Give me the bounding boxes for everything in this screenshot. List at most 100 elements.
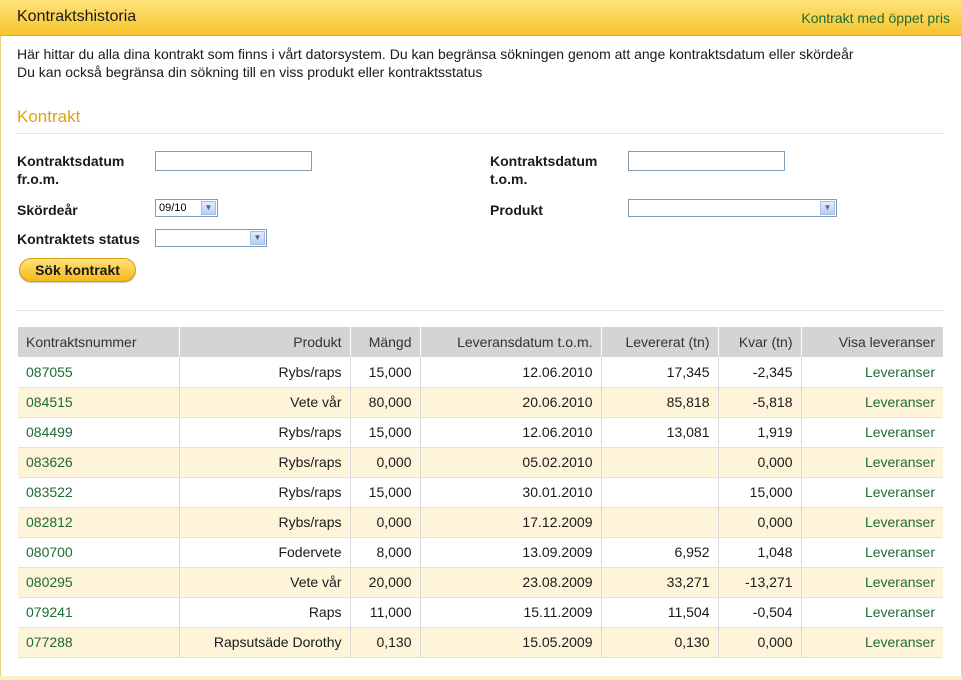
divider xyxy=(17,133,944,134)
delivered-cell xyxy=(601,507,719,538)
product-cell: Vete vår xyxy=(179,387,351,418)
contract-number-link[interactable]: 083522 xyxy=(26,484,73,500)
table-row: 087055 Rybs/raps 15,000 12.06.2010 17,34… xyxy=(18,357,943,388)
status-label: Kontraktets status xyxy=(17,231,140,247)
column-header-delivered[interactable]: Levererat (tn) xyxy=(601,327,719,357)
contract-number-link[interactable]: 079241 xyxy=(26,604,73,620)
date-from-label-line2: fr.o.m. xyxy=(17,171,60,187)
quantity-cell: 80,000 xyxy=(350,387,421,418)
table-row: 077288 Rapsutsäde Dorothy 0,130 15.05.20… xyxy=(18,627,943,658)
quantity-cell: 20,000 xyxy=(350,567,421,598)
contract-number-link[interactable]: 080295 xyxy=(26,574,73,590)
contract-number-link[interactable]: 084515 xyxy=(26,394,73,410)
delivery-date-cell: 12.06.2010 xyxy=(420,417,602,448)
date-from-input[interactable] xyxy=(155,151,312,171)
delivered-cell: 0,130 xyxy=(601,627,719,658)
delivered-cell: 11,504 xyxy=(601,597,719,628)
quantity-cell: 11,000 xyxy=(350,597,421,628)
delivery-date-cell: 05.02.2010 xyxy=(420,447,602,478)
page-title: Kontraktshistoria xyxy=(17,8,137,25)
table-row: 080700 Fodervete 8,000 13.09.2009 6,952 … xyxy=(18,537,943,568)
deliveries-link[interactable]: Leveranser xyxy=(865,574,935,590)
contract-number-link[interactable]: 082812 xyxy=(26,514,73,530)
quantity-cell: 0,130 xyxy=(350,627,421,658)
column-header-contract-number[interactable]: Kontraktsnummer xyxy=(18,327,180,357)
deliveries-link[interactable]: Leveranser xyxy=(865,454,935,470)
harvest-year-value: 09/10 xyxy=(159,202,187,214)
contract-number-link[interactable]: 080700 xyxy=(26,544,73,560)
product-cell: Raps xyxy=(179,597,351,628)
table-row: 080295 Vete vår 20,000 23.08.2009 33,271… xyxy=(18,567,943,598)
table-row: 082812 Rybs/raps 0,000 17.12.2009 0,000 … xyxy=(18,507,943,538)
date-to-label-line1: Kontraktsdatum xyxy=(490,153,598,169)
deliveries-link[interactable]: Leveranser xyxy=(865,544,935,560)
chevron-down-icon: ▼ xyxy=(250,231,265,245)
bottom-border xyxy=(0,676,962,680)
search-contracts-button[interactable]: Sök kontrakt xyxy=(19,258,136,282)
remaining-cell: 0,000 xyxy=(718,507,802,538)
status-select[interactable]: ▼ xyxy=(155,229,267,247)
delivered-cell: 17,345 xyxy=(601,357,719,388)
quantity-cell: 0,000 xyxy=(350,447,421,478)
product-cell: Rybs/raps xyxy=(179,417,351,448)
deliveries-link[interactable]: Leveranser xyxy=(865,484,935,500)
deliveries-link[interactable]: Leveranser xyxy=(865,394,935,410)
deliveries-link[interactable]: Leveranser xyxy=(865,604,935,620)
contract-number-link[interactable]: 084499 xyxy=(26,424,73,440)
table-row: 084515 Vete vår 80,000 20.06.2010 85,818… xyxy=(18,387,943,418)
table-header-row: Kontraktsnummer Produkt Mängd Leveransda… xyxy=(18,327,943,357)
delivery-date-cell: 15.05.2009 xyxy=(420,627,602,658)
delivered-cell: 13,081 xyxy=(601,417,719,448)
chevron-down-icon: ▼ xyxy=(201,201,216,215)
remaining-cell: -13,271 xyxy=(718,567,802,598)
delivered-cell: 33,271 xyxy=(601,567,719,598)
product-select[interactable]: ▼ xyxy=(628,199,837,217)
remaining-cell: 0,000 xyxy=(718,447,802,478)
quantity-cell: 0,000 xyxy=(350,507,421,538)
deliveries-link[interactable]: Leveranser xyxy=(865,634,935,650)
quantity-cell: 15,000 xyxy=(350,477,421,508)
intro-text: Här hittar du alla dina kontrakt som fin… xyxy=(17,45,947,81)
delivery-date-cell: 13.09.2009 xyxy=(420,537,602,568)
contracts-table: Kontraktsnummer Produkt Mängd Leveransda… xyxy=(18,327,943,658)
delivered-cell: 6,952 xyxy=(601,537,719,568)
table-row: 079241 Raps 11,000 15.11.2009 11,504 -0,… xyxy=(18,597,943,628)
delivered-cell xyxy=(601,477,719,508)
harvest-year-label: Skördeår xyxy=(17,202,78,218)
date-to-label: Kontraktsdatum t.o.m. xyxy=(490,152,597,188)
remaining-cell: 15,000 xyxy=(718,477,802,508)
column-header-quantity[interactable]: Mängd xyxy=(350,327,421,357)
date-to-label-line2: t.o.m. xyxy=(490,171,528,187)
deliveries-link[interactable]: Leveranser xyxy=(865,514,935,530)
delivery-date-cell: 17.12.2009 xyxy=(420,507,602,538)
contract-number-link[interactable]: 083626 xyxy=(26,454,73,470)
section-title: Kontrakt xyxy=(17,107,81,126)
remaining-cell: 1,048 xyxy=(718,537,802,568)
remaining-cell: 1,919 xyxy=(718,417,802,448)
harvest-year-select[interactable]: 09/10 ▼ xyxy=(155,199,218,217)
quantity-cell: 15,000 xyxy=(350,357,421,388)
column-header-product[interactable]: Produkt xyxy=(179,327,351,357)
product-cell: Vete vår xyxy=(179,567,351,598)
column-header-delivery-date[interactable]: Leveransdatum t.o.m. xyxy=(420,327,602,357)
table-row: 083626 Rybs/raps 0,000 05.02.2010 0,000 … xyxy=(18,447,943,478)
delivery-date-cell: 30.01.2010 xyxy=(420,477,602,508)
open-price-contracts-link[interactable]: Kontrakt med öppet pris xyxy=(801,10,950,26)
product-cell: Rapsutsäde Dorothy xyxy=(179,627,351,658)
date-from-label-line1: Kontraktsdatum xyxy=(17,153,125,169)
date-from-label: Kontraktsdatum fr.o.m. xyxy=(17,152,124,188)
date-to-input[interactable] xyxy=(628,151,785,171)
delivery-date-cell: 23.08.2009 xyxy=(420,567,602,598)
remaining-cell: -0,504 xyxy=(718,597,802,628)
chevron-down-icon: ▼ xyxy=(820,201,835,215)
column-header-remaining[interactable]: Kvar (tn) xyxy=(718,327,802,357)
deliveries-link[interactable]: Leveranser xyxy=(865,424,935,440)
quantity-cell: 15,000 xyxy=(350,417,421,448)
contract-number-link[interactable]: 077288 xyxy=(26,634,73,650)
contract-number-link[interactable]: 087055 xyxy=(26,364,73,380)
product-cell: Rybs/raps xyxy=(179,507,351,538)
product-cell: Fodervete xyxy=(179,537,351,568)
deliveries-link[interactable]: Leveranser xyxy=(865,364,935,380)
table-row: 084499 Rybs/raps 15,000 12.06.2010 13,08… xyxy=(18,417,943,448)
table-row: 083522 Rybs/raps 15,000 30.01.2010 15,00… xyxy=(18,477,943,508)
